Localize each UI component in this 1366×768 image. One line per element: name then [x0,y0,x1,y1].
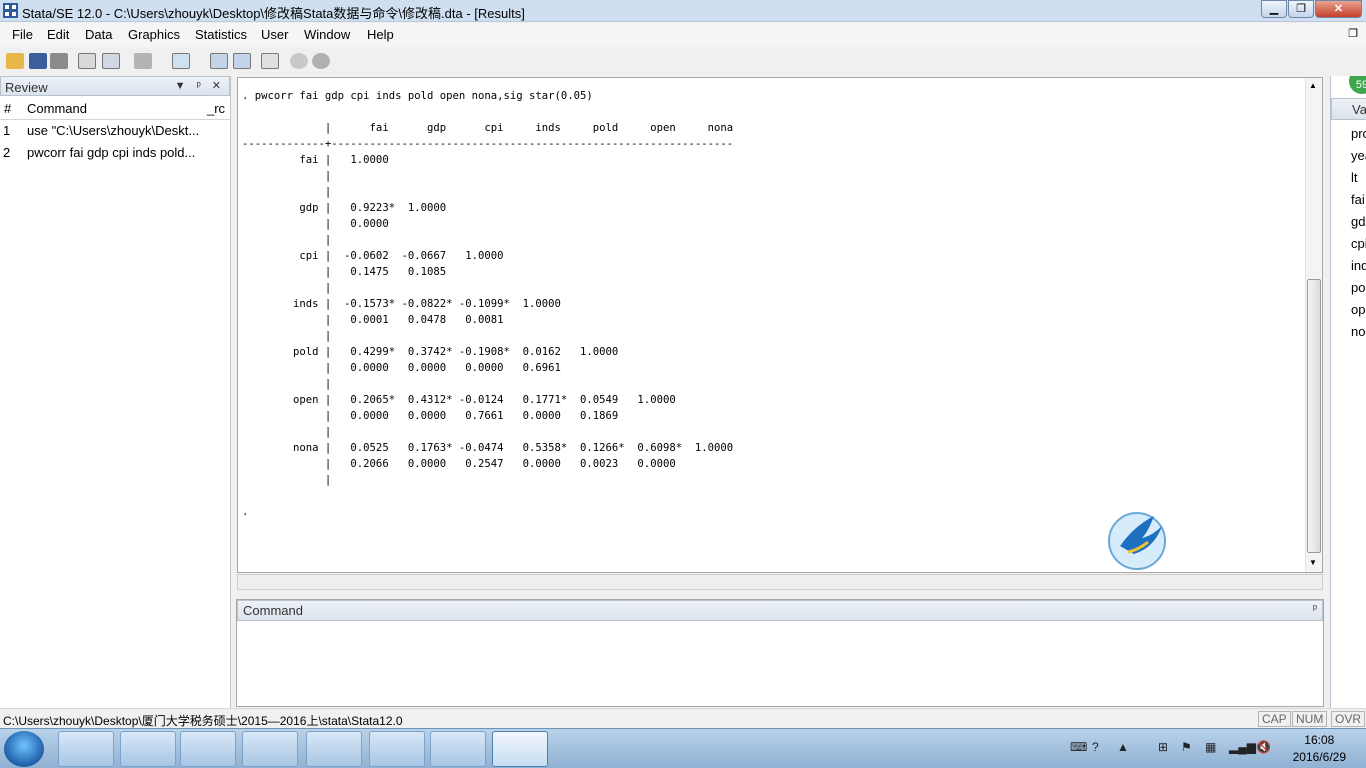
menu-help[interactable]: Help [367,27,394,42]
word-icon[interactable] [242,731,298,767]
help-icon[interactable]: ? [1092,740,1099,754]
variable-item[interactable]: lt [1351,170,1358,185]
paint-icon[interactable] [306,731,362,767]
print-icon[interactable] [50,53,68,69]
keyboard-icon[interactable]: ⌨ [1070,740,1087,754]
menu-statistics[interactable]: Statistics [195,27,247,42]
review-header-icons[interactable]: ▼ ᵖ ✕ [175,79,225,92]
taskbar-app-icon[interactable] [58,731,114,767]
scroll-up-icon[interactable]: ▲ [1309,81,1317,90]
more-icon[interactable] [290,53,308,69]
menu-edit[interactable]: Edit [47,27,69,42]
ie-browser-icon[interactable] [120,731,176,767]
clock-date: 2016/6/29 [1292,750,1346,764]
windows-icon[interactable]: ⊞ [1158,740,1168,754]
scroll-down-icon[interactable]: ▼ [1309,558,1317,567]
taskbar: ⌨ ? ▲ ⊞ ⚑ ▦ ▂▄▆ 🔇 16:08 2016/6/29 [0,728,1366,768]
stata-taskbar-icon[interactable] [492,731,548,767]
review-row[interactable]: 2 pwcorr fai gdp cpi inds pold... [0,142,230,164]
pin-icon[interactable]: ᵖ [1313,603,1317,615]
variables-header[interactable]: Va [1331,98,1366,120]
variables-manager-icon[interactable] [261,53,279,69]
review-title: Review [5,80,48,95]
menu-user[interactable]: User [261,27,288,42]
variable-item[interactable]: ope [1351,302,1366,317]
menu-data[interactable]: Data [85,27,112,42]
status-bar: C:\Users\zhouyk\Desktop\厦门大学税务硕士\2015—20… [0,708,1366,728]
results-output: . pwcorr fai gdp cpi inds pold open nona… [242,90,734,518]
open-icon[interactable] [6,53,24,69]
review-row[interactable]: 1 use "C:\Users\zhouyk\Deskt... [0,120,230,142]
log-icon[interactable] [78,53,96,69]
menu-window[interactable]: Window [304,27,350,42]
review-column-headers: # Command _rc [0,96,230,120]
review-row-num: 1 [3,123,11,138]
file-explorer-icon[interactable] [180,731,236,767]
num-indicator: NUM [1292,711,1328,727]
working-directory: C:\Users\zhouyk\Desktop\厦门大学税务硕士\2015—20… [3,714,403,728]
start-button[interactable] [4,731,44,767]
column-num[interactable]: # [4,101,11,116]
results-window[interactable]: . pwcorr fai gdp cpi inds pold open nona… [237,77,1323,573]
variable-item[interactable]: pro [1351,126,1366,141]
bird-logo-icon [1108,512,1166,570]
cap-indicator: CAP [1258,711,1291,727]
variable-item[interactable]: cpi [1351,236,1366,251]
data-editor-icon[interactable] [210,53,228,69]
stata-app-icon [3,3,18,18]
command-header: Command ᵖ [237,600,1323,621]
title-bar: Stata/SE 12.0 - C:\Users\zhouyk\Desktop\… [0,0,1366,22]
network-icon[interactable]: ▦ [1205,740,1216,754]
variable-item[interactable]: gdp [1351,214,1366,229]
maximize-button[interactable]: ❐ [1288,0,1314,18]
column-rc[interactable]: _rc [207,101,225,116]
notes-icon[interactable] [430,731,486,767]
review-header: Review ▼ ᵖ ✕ [0,76,230,96]
menu-graphics[interactable]: Graphics [128,27,180,42]
results-scroll-thumb[interactable] [1307,279,1321,553]
ovr-indicator: OVR [1331,711,1366,727]
review-panel: Review ▼ ᵖ ✕ # Command _rc 1 use "C:\Use… [0,76,231,708]
results-status-strip [237,574,1323,590]
tray-expand-icon[interactable]: ▲ [1117,740,1129,754]
column-command[interactable]: Command [27,101,87,116]
review-row-command: pwcorr fai gdp cpi inds pold... [27,145,196,160]
clock-time: 16:08 [1304,733,1335,747]
review-row-num: 2 [3,145,11,160]
graph-icon[interactable] [134,53,152,69]
signal-icon[interactable]: ▂▄▆ [1229,740,1256,754]
clock[interactable]: 16:08 2016/6/29 [1293,732,1346,766]
command-input[interactable] [237,622,1323,706]
toolbar [0,48,340,76]
variable-item[interactable]: fai [1351,192,1365,207]
do-file-editor-icon[interactable] [172,53,190,69]
minimize-button[interactable]: ▁ [1261,0,1287,18]
window-title: Stata/SE 12.0 - C:\Users\zhouyk\Desktop\… [22,6,525,21]
results-scrollbar[interactable]: ▲ ▼ [1305,78,1322,572]
variable-item[interactable]: inds [1351,258,1366,273]
pdf-icon[interactable] [369,731,425,767]
data-browser-icon[interactable] [233,53,251,69]
viewer-icon[interactable] [102,53,120,69]
variable-item[interactable]: nor [1351,324,1366,339]
menu-file[interactable]: File [12,27,33,42]
variables-badge: 59 [1349,76,1366,94]
save-icon[interactable] [29,53,47,69]
variable-item[interactable]: yea [1351,148,1366,163]
review-row-command: use "C:\Users\zhouyk\Deskt... [27,123,200,138]
close-button[interactable]: ✕ [1315,0,1362,18]
mdi-restore-icon[interactable]: ❐ [1348,27,1358,40]
volume-icon[interactable]: 🔇 [1256,740,1271,754]
variable-item[interactable]: pol [1351,280,1366,295]
command-panel: Command ᵖ [236,599,1324,707]
menu-bar: File Edit Data Graphics Statistics User … [0,23,1366,47]
command-title: Command [243,603,303,618]
flag-icon[interactable]: ⚑ [1181,740,1192,754]
variables-panel: 59 Va pro yea lt fai gdp cpi inds pol op… [1330,76,1366,708]
break-icon[interactable] [312,53,330,69]
